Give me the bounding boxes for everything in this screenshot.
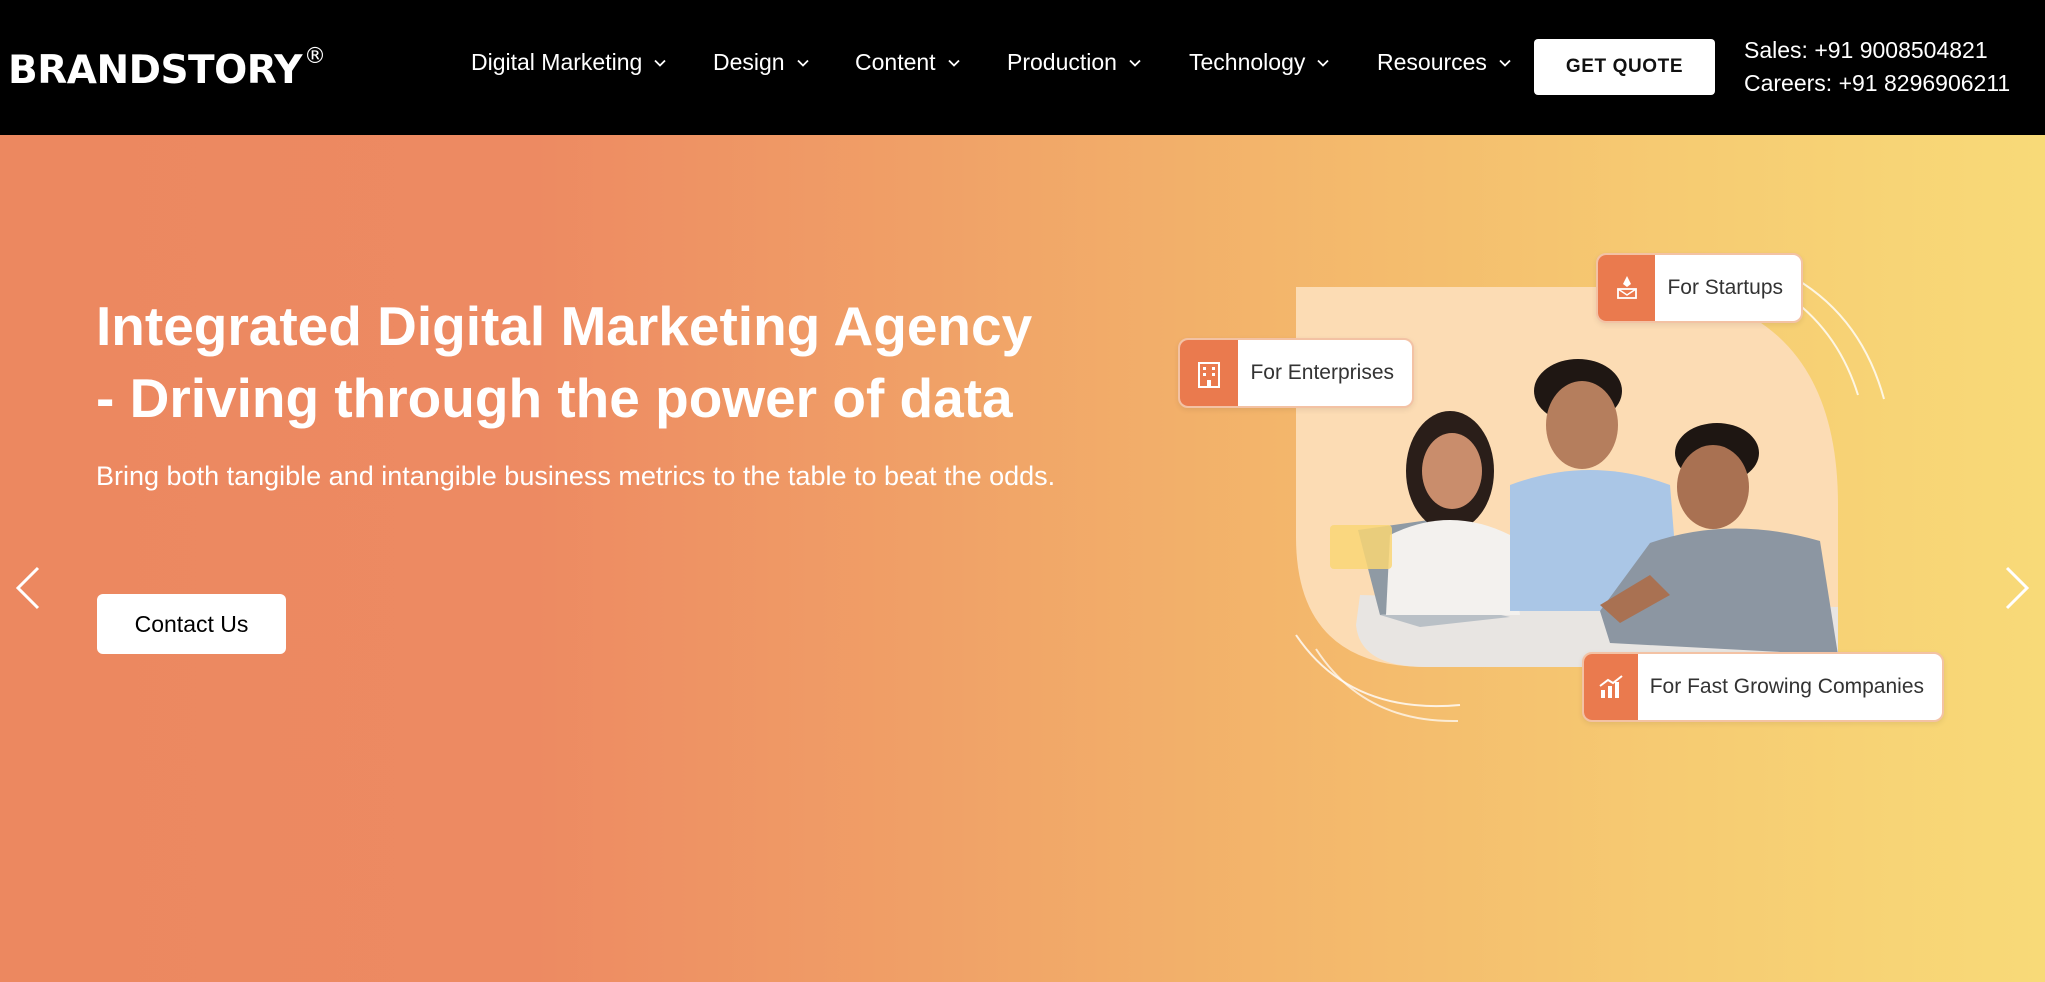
badge-label: For Enterprises [1250,361,1394,384]
nav-label: Digital Marketing [471,49,643,75]
nav-content[interactable]: Content [855,49,960,76]
sales-phone-link[interactable]: Sales: +91 9008504821 [1744,37,1988,64]
chevron-down-icon [796,59,809,67]
hero-illustration: For Startups For Enterprises For Fast Gr… [1178,235,1970,795]
arrow-right-icon[interactable] [1997,560,2037,616]
nav-label: Content [855,49,936,75]
site-header: BRANDSTORY® Digital Marketing Design Con… [0,0,2045,135]
nav-resources[interactable]: Resources [1377,49,1511,76]
arrow-left-icon[interactable] [8,560,48,616]
nav-design[interactable]: Design [713,49,809,76]
chevron-down-icon [947,59,960,67]
get-quote-button[interactable]: GET QUOTE [1534,39,1715,95]
chevron-down-icon [654,59,666,67]
badge-for-enterprises: For Enterprises [1178,338,1414,408]
chevron-down-icon [1499,59,1511,67]
nav-technology[interactable]: Technology [1189,49,1329,76]
nav-label: Resources [1377,49,1487,75]
badge-for-startups: For Startups [1596,253,1803,323]
hero-subtitle: Bring both tangible and intangible busin… [96,461,1056,491]
hero-title-line-1: Integrated Digital Marketing Agency [96,295,1033,357]
hero-banner: Integrated Digital Marketing Agency - Dr… [0,135,2045,982]
nav-label: Production [1007,49,1117,75]
chevron-down-icon [1129,59,1141,67]
badge-label: For Fast Growing Companies [1649,675,1924,698]
chevron-down-icon [1317,59,1329,67]
nav-production[interactable]: Production [1007,49,1141,76]
hero-title-line-2: - Driving through the power of data [96,367,1013,429]
nav-digital-marketing[interactable]: Digital Marketing [471,49,666,76]
growth-chart-icon [1584,654,1638,720]
registered-mark: ® [303,44,326,69]
nav-label: Technology [1189,49,1306,75]
badge-for-fast-growing-companies: For Fast Growing Companies [1582,652,1944,722]
startup-icon [1598,255,1656,321]
careers-phone-link[interactable]: Careers: +91 8296906211 [1744,70,2010,97]
nav-label: Design [713,49,785,75]
badge-label: For Startups [1667,276,1783,299]
building-icon [1180,340,1239,406]
brandstory-logo[interactable]: BRANDSTORY® [8,44,326,93]
logo-text: BRANDSTORY [8,48,302,93]
contact-us-button[interactable]: Contact Us [97,594,286,654]
hero-title: Integrated Digital Marketing Agency - Dr… [96,290,1056,434]
